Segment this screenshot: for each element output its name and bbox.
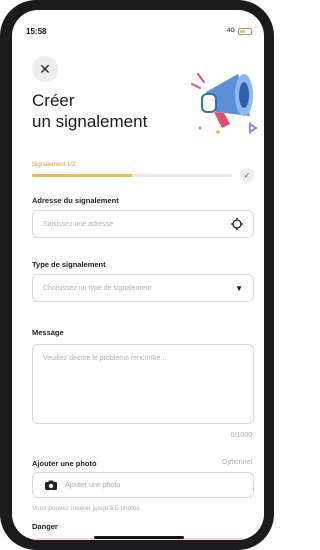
- photo-hint: Vous pouvez insérer jusqu'à 5 photos: [32, 505, 140, 512]
- status-time: 15:58: [26, 26, 47, 36]
- danger-label: Danger: [32, 522, 58, 531]
- photo-label: Ajouter une photo: [32, 459, 97, 468]
- check-icon: ✓: [240, 168, 254, 182]
- megaphone-illustration: [191, 73, 258, 134]
- message-label: Message: [32, 328, 64, 337]
- status-indicators: 4G: [226, 27, 252, 35]
- message-textarea[interactable]: Veuillez décrire le problème rencontré..…: [32, 344, 254, 424]
- address-label: Adresse du signalement: [32, 196, 119, 205]
- app-screen: 15:58 4G ✕ Créer un signalement Signalem…: [12, 10, 264, 540]
- message-counter: 0/1000: [230, 432, 252, 439]
- progress-bar: [32, 174, 232, 177]
- address-input[interactable]: Saisissez une adresse: [32, 210, 254, 238]
- add-photo-button[interactable]: Ajouter une photo: [32, 472, 254, 498]
- type-select[interactable]: Choisissez un type de signalement ▼: [32, 274, 254, 302]
- type-placeholder: Choisissez un type de signalement: [43, 284, 152, 292]
- home-indicator: [94, 536, 184, 539]
- add-photo-label: Ajouter une photo: [65, 481, 121, 489]
- network-label: 4G: [226, 28, 235, 34]
- photo-optional: Optionnel: [222, 459, 252, 466]
- message-placeholder: Veuillez décrire le problème rencontré..…: [43, 355, 167, 362]
- progress-fill: [32, 174, 132, 177]
- progress-label: Signalement 1/2: [32, 162, 76, 168]
- dropdown-caret-icon: ▼: [235, 283, 243, 293]
- location-target-icon[interactable]: [231, 218, 243, 230]
- camera-icon: [45, 480, 57, 490]
- close-button[interactable]: ✕: [32, 56, 58, 82]
- phone-frame: 15:58 4G ✕ Créer un signalement Signalem…: [0, 0, 274, 550]
- type-label: Type de signalement: [32, 260, 106, 269]
- status-bar: 15:58 4G: [26, 24, 252, 38]
- close-icon: ✕: [39, 60, 51, 77]
- battery-icon: [238, 27, 252, 35]
- address-placeholder: Saisissez une adresse: [43, 220, 114, 228]
